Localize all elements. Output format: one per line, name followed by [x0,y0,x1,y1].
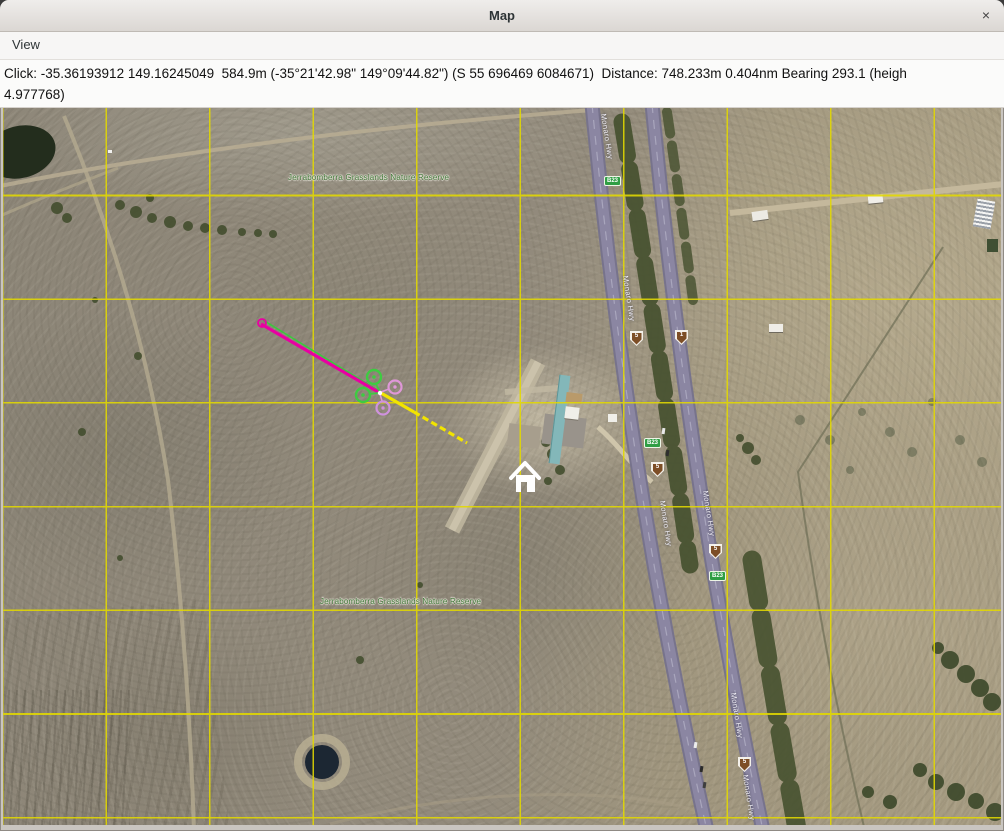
route-shield-b23: B23 [644,438,661,448]
overlay-layer [3,108,1001,825]
status-line1: Click: -35.36193912 149.16245049 584.9m … [4,63,1000,84]
status-readout: Click: -35.36193912 149.16245049 584.9m … [0,60,1004,108]
track-line-green [263,320,379,391]
track-start-point[interactable] [258,319,266,327]
map-window: Map × View Click: -35.36193912 149.16245… [0,0,1004,831]
titlebar[interactable]: Map × [0,0,1004,32]
track-line-magenta [261,324,380,393]
route-shield-b23: B23 [604,176,621,186]
km-marker-label: 5 [630,333,643,339]
route-shield-b23: B23 [709,571,726,581]
km-marker-label: 1 [675,332,688,338]
menubar: View [0,32,1004,60]
menu-view[interactable]: View [4,32,48,58]
window-title: Map [0,0,1004,31]
reserve-label: Jerrabomberra Grasslands Nature Reserve [320,597,481,606]
home-icon[interactable] [511,463,539,492]
km-marker-label: 5 [738,759,751,765]
km-marker-label: 5 [709,546,722,552]
map-canvas[interactable]: Jerrabomberra Grasslands Nature Reserve … [3,108,1001,825]
close-icon[interactable]: × [968,0,1004,31]
reserve-label: Jerrabomberra Grasslands Nature Reserve [288,173,449,182]
map-world: Jerrabomberra Grasslands Nature Reserve … [3,108,1001,825]
measure-line-dashed [414,412,467,443]
km-marker-label: 5 [651,464,664,470]
measure-junction-point [378,391,382,395]
status-line2: 4.977768) [4,84,1000,105]
